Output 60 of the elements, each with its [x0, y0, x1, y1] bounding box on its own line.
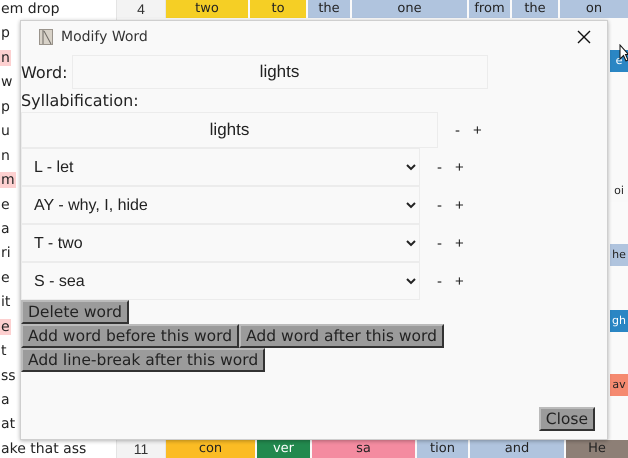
text-line: p [0, 98, 11, 115]
input-field[interactable]: lights [72, 55, 488, 89]
row-number: 4 [117, 0, 166, 18]
word-cell[interactable]: from [469, 0, 510, 18]
text-line: t [0, 343, 8, 360]
remove-button[interactable]: - [432, 234, 447, 252]
text-line: a [0, 392, 11, 408]
word-cell[interactable]: to [250, 0, 306, 18]
word-cell[interactable]: con [166, 440, 255, 458]
text-line: ss [0, 368, 17, 384]
word-cell[interactable]: gh [610, 310, 628, 332]
close-dialog-button[interactable]: Close [538, 407, 595, 431]
field-label: Syllabification: [21, 91, 140, 110]
remove-button[interactable]: - [450, 122, 465, 138]
book-icon [39, 29, 53, 45]
phoneme-dropdown[interactable]: T - two [21, 224, 420, 262]
text-line: n [0, 148, 11, 164]
word-cell[interactable]: tion [417, 440, 468, 458]
word-cell[interactable]: and [470, 440, 564, 458]
add-button[interactable]: + [450, 196, 469, 214]
word-cell[interactable]: one [352, 0, 467, 18]
text-line: e [0, 196, 11, 212]
close-icon [577, 30, 591, 44]
action-button[interactable]: Delete word [21, 300, 129, 324]
text-line: ri [0, 245, 12, 262]
word-cell[interactable]: ver [257, 440, 310, 458]
input-field[interactable]: lights [21, 112, 438, 148]
window-title: Modify Word [61, 29, 149, 45]
word-cell[interactable]: he [610, 244, 628, 266]
text-line: em drop [0, 1, 60, 17]
text-line: p [0, 25, 11, 42]
word-cell[interactable]: on [560, 0, 628, 18]
word-cell[interactable]: two [166, 0, 248, 18]
action-button[interactable]: Add line-break after this word [21, 348, 266, 372]
phoneme-dropdown[interactable]: AY - why, I, hide [21, 186, 420, 224]
word-cell[interactable]: He [566, 440, 628, 458]
remove-button[interactable]: - [432, 196, 447, 214]
phoneme-dropdown[interactable]: L - let [21, 148, 420, 186]
add-button[interactable]: + [450, 158, 469, 176]
text-line: u [0, 123, 11, 140]
add-button[interactable]: + [450, 234, 469, 252]
remove-button[interactable]: - [432, 158, 447, 176]
remove-button[interactable]: - [432, 272, 447, 290]
add-button[interactable]: + [468, 122, 487, 138]
action-button[interactable]: Add word after this word [239, 324, 444, 348]
action-button[interactable]: Add word before this word [21, 324, 240, 348]
text-line: a [0, 220, 11, 237]
word-cell[interactable]: the [308, 0, 350, 18]
phoneme-dropdown[interactable]: S - sea [21, 262, 420, 300]
text-line: at [0, 416, 16, 432]
word-cell[interactable]: the [512, 0, 558, 18]
text-line: w [0, 74, 14, 90]
text-line: it [0, 294, 12, 310]
row-number: 11 [117, 440, 166, 458]
field-label: Word: [21, 62, 68, 82]
text-line: ake that ass [0, 440, 88, 457]
text-line: e [0, 270, 11, 286]
add-button[interactable]: + [450, 272, 469, 290]
word-cell[interactable]: av [610, 374, 628, 396]
word-cell[interactable]: sa [312, 440, 415, 458]
